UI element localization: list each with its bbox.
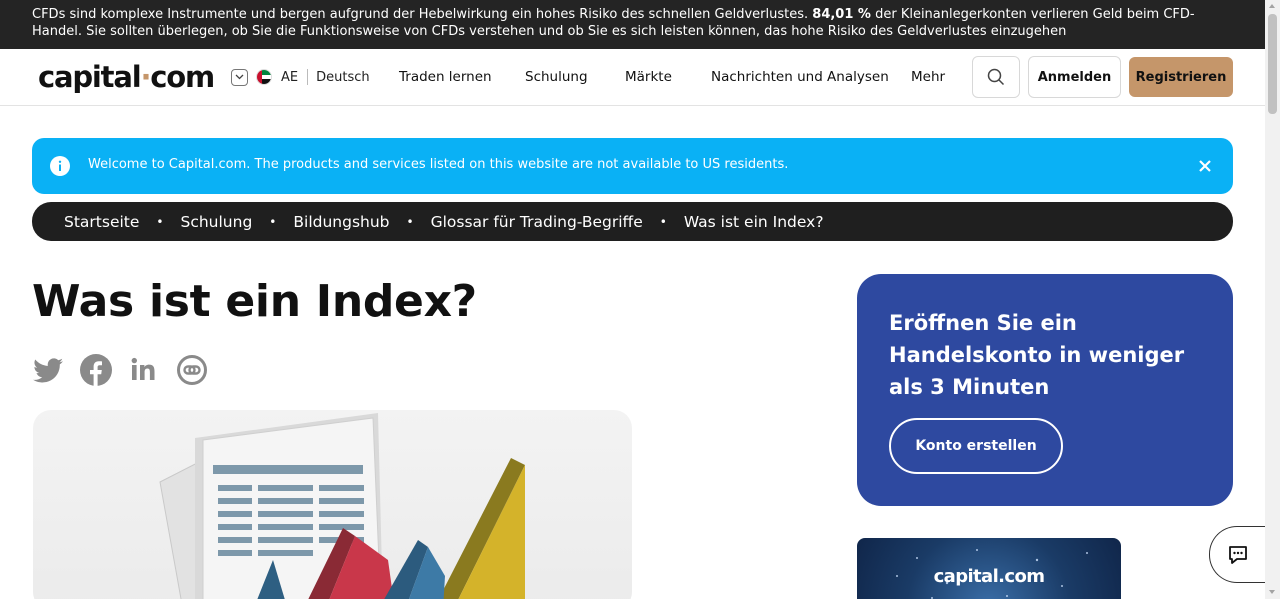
- banner-text: Welcome to Capital.com. The products and…: [88, 157, 789, 172]
- uae-flag-icon: [256, 69, 272, 85]
- close-icon[interactable]: [1197, 158, 1213, 174]
- breadcrumb-item-startseite[interactable]: Startseite: [64, 213, 139, 231]
- breadcrumb-item-bildungshub[interactable]: Bildungshub: [293, 213, 389, 231]
- nav-maerkte[interactable]: Märkte: [625, 69, 672, 85]
- logo-part-2: com: [150, 60, 215, 94]
- article-image: [33, 410, 632, 599]
- scroll-down-arrow[interactable]: [1269, 590, 1275, 594]
- chevron-down-icon[interactable]: [231, 68, 248, 86]
- linkedin-icon[interactable]: [128, 354, 160, 386]
- search-button[interactable]: [972, 56, 1020, 98]
- app-promo-card[interactable]: capital.com: [857, 538, 1121, 599]
- breadcrumb: Startseite • Schulung • Bildungshub • Gl…: [32, 202, 1233, 241]
- scrollbar[interactable]: [1265, 0, 1280, 599]
- scrollbar-thumb[interactable]: [1268, 14, 1277, 114]
- register-button[interactable]: Registrieren: [1129, 57, 1233, 97]
- open-account-card: Eröffnen Sie ein Handelskonto in weniger…: [857, 274, 1233, 506]
- copy-link-icon[interactable]: [176, 354, 208, 386]
- page-title: Was ist ein Index?: [32, 276, 477, 327]
- breadcrumb-separator: •: [406, 214, 414, 229]
- breadcrumb-separator: •: [156, 214, 164, 229]
- logo[interactable]: capital·com: [38, 60, 215, 94]
- site-header: capital·com AE Deutsch Traden lernen Sch…: [0, 49, 1265, 106]
- nav-traden-lernen[interactable]: Traden lernen: [399, 69, 492, 85]
- card-brand: capital.com: [933, 566, 1045, 587]
- twitter-icon[interactable]: [32, 354, 64, 386]
- region-code: AE: [281, 69, 299, 85]
- nav-nachrichten[interactable]: Nachrichten und Analysen: [711, 69, 889, 85]
- info-banner: Welcome to Capital.com. The products and…: [32, 138, 1233, 194]
- nav-schulung[interactable]: Schulung: [525, 69, 588, 85]
- chat-button[interactable]: [1209, 526, 1269, 583]
- promo-heading: Eröffnen Sie ein Handelskonto in weniger…: [889, 311, 1185, 399]
- breadcrumb-item-current: Was ist ein Index?: [683, 212, 824, 231]
- breadcrumb-separator: •: [659, 214, 667, 229]
- language-label[interactable]: Deutsch: [316, 70, 370, 85]
- risk-warning-bar: CFDs sind komplexe Instrumente und berge…: [0, 0, 1265, 49]
- region-language-selector[interactable]: AE Deutsch: [231, 68, 370, 86]
- risk-warning-text: CFDs sind komplexe Instrumente und berge…: [32, 7, 813, 22]
- nav-mehr[interactable]: Mehr: [911, 69, 945, 85]
- chat-icon: [1229, 545, 1247, 564]
- logo-dot: ·: [140, 60, 151, 94]
- logo-part: capital: [38, 60, 142, 94]
- facebook-icon[interactable]: [80, 354, 112, 386]
- search-icon: [987, 68, 1005, 86]
- create-account-button[interactable]: Konto erstellen: [889, 418, 1063, 474]
- scroll-up-arrow[interactable]: [1269, 4, 1275, 8]
- info-icon: [50, 156, 70, 176]
- risk-percentage: 84,01 %: [812, 7, 871, 22]
- login-button[interactable]: Anmelden: [1028, 56, 1121, 98]
- divider: [307, 69, 309, 85]
- breadcrumb-item-glossar[interactable]: Glossar für Trading-Begriffe: [431, 213, 643, 231]
- breadcrumb-item-schulung[interactable]: Schulung: [180, 213, 252, 231]
- breadcrumb-separator: •: [269, 214, 277, 229]
